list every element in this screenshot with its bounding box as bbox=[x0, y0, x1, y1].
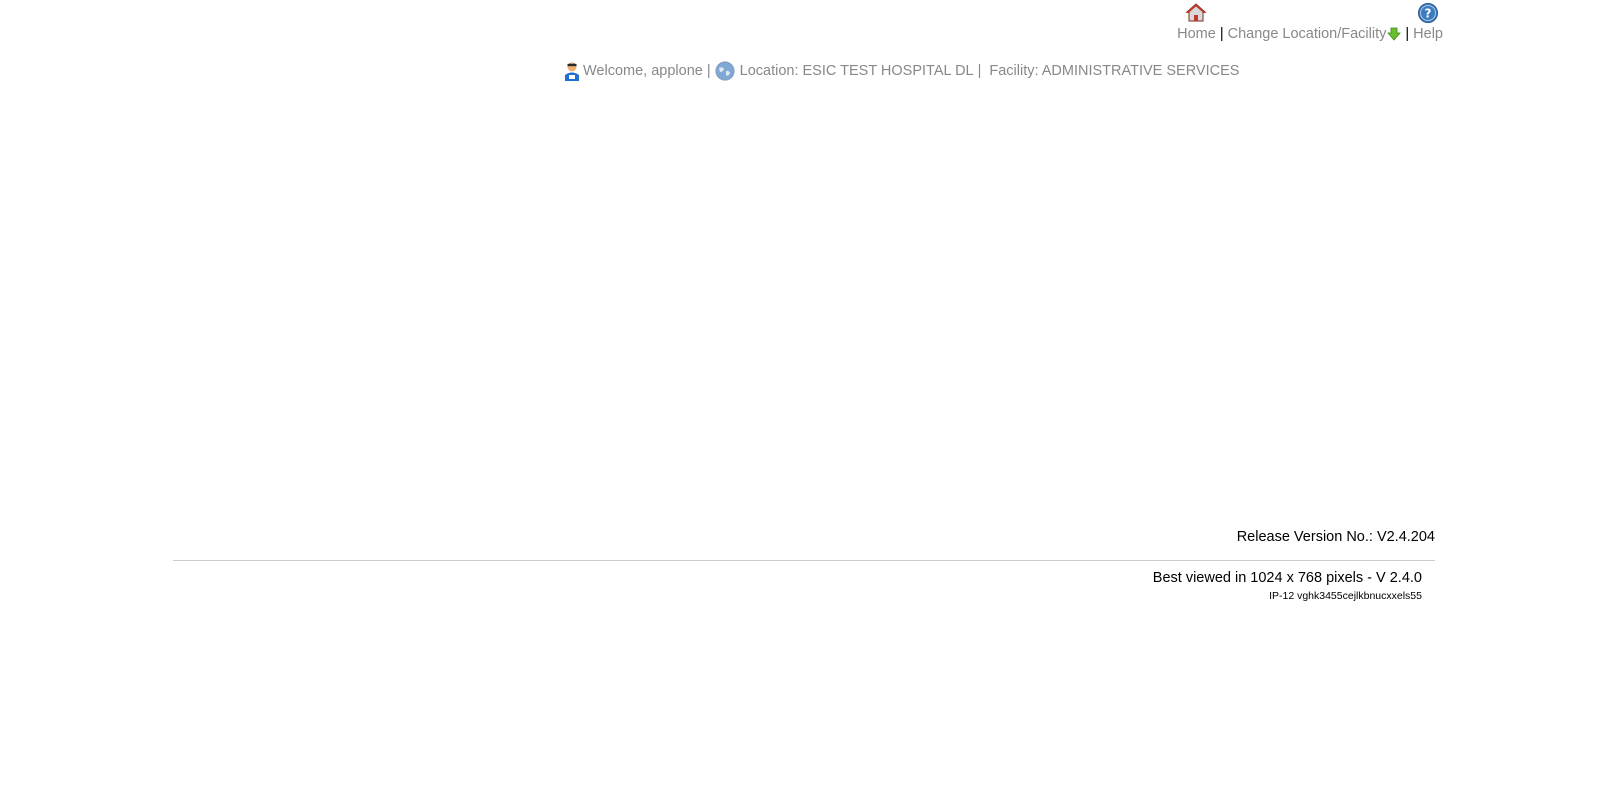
welcome-separator: | bbox=[706, 63, 711, 79]
help-icon: ? bbox=[1418, 3, 1438, 23]
ip-info: IP-12 vghk3455cejlkbnucxxels55 bbox=[1269, 590, 1422, 602]
home-label: Home bbox=[1177, 26, 1216, 42]
nav-separator: | bbox=[1219, 26, 1224, 42]
nav-separator: | bbox=[1405, 26, 1410, 42]
help-label: Help bbox=[1413, 26, 1443, 42]
welcome-bar: Welcome, applone | Location: ESIC TEST H… bbox=[563, 61, 1239, 81]
globe-icon bbox=[715, 61, 735, 81]
location-separator: | bbox=[977, 63, 982, 79]
top-nav: Home | Change Location/Facility | ? Help bbox=[1177, 2, 1443, 43]
location-text: Location: ESIC TEST HOSPITAL DL bbox=[739, 63, 974, 79]
help-link[interactable]: ? Help bbox=[1413, 2, 1443, 43]
footer-divider bbox=[173, 560, 1435, 561]
user-icon bbox=[565, 62, 579, 81]
page: Home | Change Location/Facility | ? Help bbox=[0, 0, 1600, 812]
change-location-link[interactable]: Change Location/Facility bbox=[1228, 25, 1402, 43]
change-location-label: Change Location/Facility bbox=[1227, 26, 1387, 42]
home-link[interactable]: Home bbox=[1177, 2, 1216, 43]
welcome-text: Welcome, applone bbox=[583, 63, 703, 79]
down-arrow-icon bbox=[1387, 27, 1402, 41]
svg-text:?: ? bbox=[1425, 7, 1432, 21]
best-viewed-text: Best viewed in 1024 x 768 pixels - V 2.4… bbox=[1152, 570, 1422, 586]
home-icon bbox=[1186, 3, 1207, 22]
release-version: Release Version No.: V2.4.204 bbox=[1236, 529, 1435, 545]
facility-text: Facility: ADMINISTRATIVE SERVICES bbox=[989, 63, 1240, 79]
